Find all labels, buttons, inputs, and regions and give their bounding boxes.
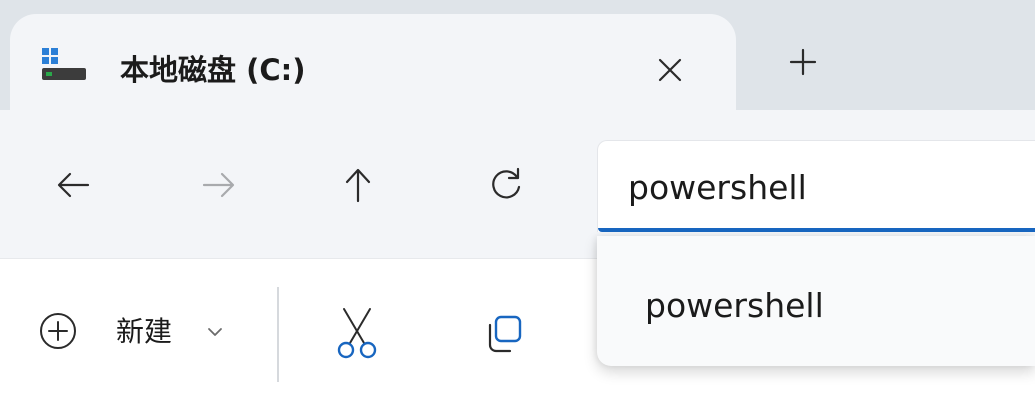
tab-strip: 本地磁盘 (C:) [0,0,1035,111]
cut-button[interactable] [332,305,382,361]
suggestion-label: powershell [645,286,824,325]
drive-icon [40,46,88,84]
forward-button[interactable] [196,163,240,207]
toolbar-divider [277,287,279,382]
address-input[interactable] [628,165,1028,209]
arrow-left-icon [57,172,90,198]
plus-circle-icon [36,309,80,353]
suggestion-item[interactable]: powershell [597,266,1035,346]
new-button-label: 新建 [116,315,173,348]
back-button[interactable] [52,163,96,207]
arrow-up-icon [345,168,371,203]
copy-icon [488,315,522,353]
refresh-button[interactable] [484,163,528,207]
address-focus-underline [598,228,1035,232]
tab-title: 本地磁盘 (C:) [120,53,306,87]
close-icon[interactable] [650,50,690,90]
address-bar[interactable] [597,140,1035,232]
tab-local-disk[interactable]: 本地磁盘 (C:) [10,14,736,111]
scissors-icon [337,308,377,359]
chevron-down-icon [204,321,226,343]
refresh-icon [492,167,521,199]
arrow-right-icon [202,172,235,198]
address-suggestions: powershell [597,236,1035,366]
copy-button[interactable] [480,311,526,357]
up-button[interactable] [336,163,380,207]
plus-icon [789,48,817,76]
new-button[interactable]: 新建 [36,309,236,359]
new-tab-button[interactable] [783,42,823,82]
